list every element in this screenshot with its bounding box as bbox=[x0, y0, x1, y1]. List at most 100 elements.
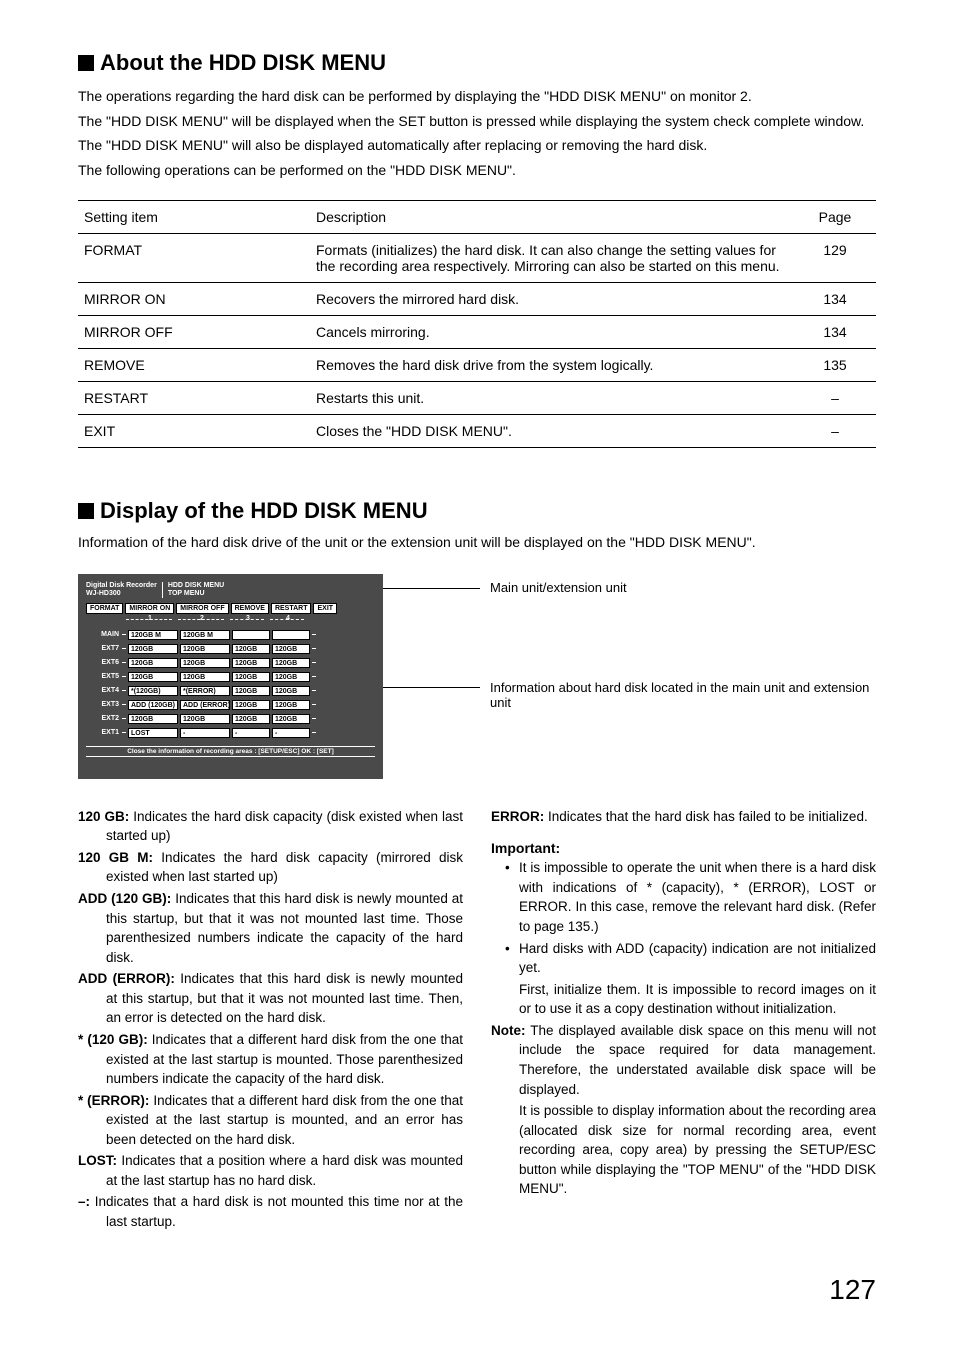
cell-item: RESTART bbox=[78, 381, 310, 414]
cell-item: EXIT bbox=[78, 414, 310, 447]
definition-text: Indicates the hard disk capacity (mirror… bbox=[106, 850, 463, 885]
definition-item: * (120 GB): Indicates that a different h… bbox=[78, 1030, 463, 1089]
section1-title: About the HDD DISK MENU bbox=[78, 50, 876, 76]
definition-term: LOST: bbox=[78, 1153, 117, 1168]
screen-row-label: EXT6 bbox=[86, 659, 122, 666]
vertical-divider bbox=[162, 582, 163, 598]
screen-cell: 120GB bbox=[180, 658, 230, 668]
definition-item: 120 GB M: Indicates the hard disk capaci… bbox=[78, 848, 463, 887]
th-description: Description bbox=[310, 200, 794, 233]
left-column: 120 GB: Indicates the hard disk capacity… bbox=[78, 807, 463, 1234]
screen-cell: 120GB bbox=[128, 658, 178, 668]
definition-term: * (120 GB): bbox=[78, 1032, 148, 1047]
page-number: 127 bbox=[78, 1274, 876, 1306]
screen-cell: 120GB bbox=[272, 700, 310, 710]
right-column: ERROR: Indicates that the hard disk has … bbox=[491, 807, 876, 1234]
dash-icon bbox=[122, 718, 126, 719]
screen-cell bbox=[232, 630, 270, 640]
screen-cell: 120GB bbox=[180, 714, 230, 724]
screen-row: EXT6120GB120GB120GB120GB bbox=[86, 656, 375, 670]
intro-line: The operations regarding the hard disk c… bbox=[78, 86, 876, 108]
screen-header: Digital Disk Recorder WJ-HD300 HDD DISK … bbox=[86, 582, 375, 598]
cell-page: – bbox=[794, 414, 876, 447]
screen-row: EXT2120GB120GB120GB120GB bbox=[86, 712, 375, 726]
cell-page: 129 bbox=[794, 233, 876, 282]
definition-term: ADD (ERROR): bbox=[78, 971, 175, 986]
important-header: Important: bbox=[491, 840, 876, 856]
dash-icon bbox=[122, 690, 126, 691]
screen-cell: 120GB bbox=[128, 672, 178, 682]
cell-desc: Removes the hard disk drive from the sys… bbox=[310, 348, 794, 381]
definition-term: ADD (120 GB): bbox=[78, 891, 171, 906]
screen-cell: 120GB bbox=[128, 714, 178, 724]
cell-page: 134 bbox=[794, 282, 876, 315]
definition-text: Indicates that a position where a hard d… bbox=[106, 1153, 463, 1188]
cell-desc: Closes the "HDD DISK MENU". bbox=[310, 414, 794, 447]
important-continuation: First, initialize them. It is impossible… bbox=[491, 980, 876, 1019]
section1-intro: The operations regarding the hard disk c… bbox=[78, 86, 876, 182]
dash-icon bbox=[312, 648, 316, 649]
annotation-info: Information about hard disk located in t… bbox=[490, 680, 876, 710]
screen-header-right2: TOP MENU bbox=[168, 590, 224, 598]
screen-cell: *(ERROR) bbox=[180, 686, 230, 696]
screen-cell: 120GB bbox=[272, 672, 310, 682]
col-num: 4 bbox=[286, 615, 290, 622]
table-row: EXITCloses the "HDD DISK MENU".– bbox=[78, 414, 876, 447]
th-page: Page bbox=[794, 200, 876, 233]
definition-item: LOST: Indicates that a position where a … bbox=[78, 1151, 463, 1190]
screen-cell: 120GB bbox=[232, 700, 270, 710]
table-row: MIRROR OFFCancels mirroring.134 bbox=[78, 315, 876, 348]
screen-row-label: MAIN bbox=[86, 631, 122, 638]
screen-cell: LOST bbox=[128, 728, 178, 738]
dash-icon bbox=[122, 648, 126, 649]
definition-term: * (ERROR): bbox=[78, 1093, 149, 1108]
screen-cell: - bbox=[180, 728, 230, 738]
screen-cell: 120GB bbox=[232, 672, 270, 682]
cell-desc: Restarts this unit. bbox=[310, 381, 794, 414]
screen-cell: ADD (120GB) bbox=[128, 700, 178, 710]
screen-row-label: EXT5 bbox=[86, 673, 122, 680]
cell-page: 135 bbox=[794, 348, 876, 381]
table-row: FORMATFormats (initializes) the hard dis… bbox=[78, 233, 876, 282]
cell-item: REMOVE bbox=[78, 348, 310, 381]
cell-item: FORMAT bbox=[78, 233, 310, 282]
cell-page: 134 bbox=[794, 315, 876, 348]
note-continuation: It is possible to display information ab… bbox=[491, 1101, 876, 1199]
screen-cell: 120GB M bbox=[128, 630, 178, 640]
table-row: MIRROR ONRecovers the mirrored hard disk… bbox=[78, 282, 876, 315]
dash-icon bbox=[312, 732, 316, 733]
section2-intro: Information of the hard disk drive of th… bbox=[78, 534, 876, 550]
dash-icon bbox=[312, 690, 316, 691]
definition-text: Indicates that a different hard disk fro… bbox=[106, 1032, 463, 1086]
definition-text: Indicates that a different hard disk fro… bbox=[106, 1093, 463, 1147]
dash-icon bbox=[312, 662, 316, 663]
note-term: Note: bbox=[491, 1023, 526, 1038]
screen-footer: Close the information of recording areas… bbox=[86, 746, 375, 757]
dash-icon bbox=[122, 634, 126, 635]
screen-cell: - bbox=[272, 728, 310, 738]
dash-icon bbox=[122, 676, 126, 677]
definition-term: ERROR: bbox=[491, 809, 544, 824]
screen-table: MAIN120GB M120GB MEXT7120GB120GB120GB120… bbox=[86, 628, 375, 740]
screen-tab: EXIT bbox=[313, 603, 337, 614]
screen-tab: REMOVE bbox=[231, 603, 269, 614]
screen-row-label: EXT4 bbox=[86, 687, 122, 694]
screen-cell: 120GB bbox=[232, 686, 270, 696]
annotation-main-unit: Main unit/extension unit bbox=[490, 580, 627, 595]
col-num: 1 bbox=[148, 615, 152, 622]
important-item: Hard disks with ADD (capacity) indicatio… bbox=[519, 939, 876, 978]
section2-title: Display of the HDD DISK MENU bbox=[78, 498, 876, 524]
definition-item: 120 GB: Indicates the hard disk capacity… bbox=[78, 807, 463, 846]
table-header-row: Setting item Description Page bbox=[78, 200, 876, 233]
dash-icon bbox=[122, 704, 126, 705]
screen-cell: 120GB bbox=[272, 714, 310, 724]
screen-tab: FORMAT bbox=[86, 603, 123, 614]
important-list: It is impossible to operate the unit whe… bbox=[491, 858, 876, 977]
screen-header-right1: HDD DISK MENU bbox=[168, 582, 224, 590]
screen-cell: 120GB bbox=[232, 714, 270, 724]
screen-header-left2: WJ-HD300 bbox=[86, 590, 157, 598]
definition-item: ADD (ERROR): Indicates that this hard di… bbox=[78, 969, 463, 1028]
definition-text: Indicates that the hard disk has failed … bbox=[544, 809, 867, 824]
screen-cell: 120GB bbox=[180, 672, 230, 682]
screen-cell: 120GB bbox=[232, 658, 270, 668]
